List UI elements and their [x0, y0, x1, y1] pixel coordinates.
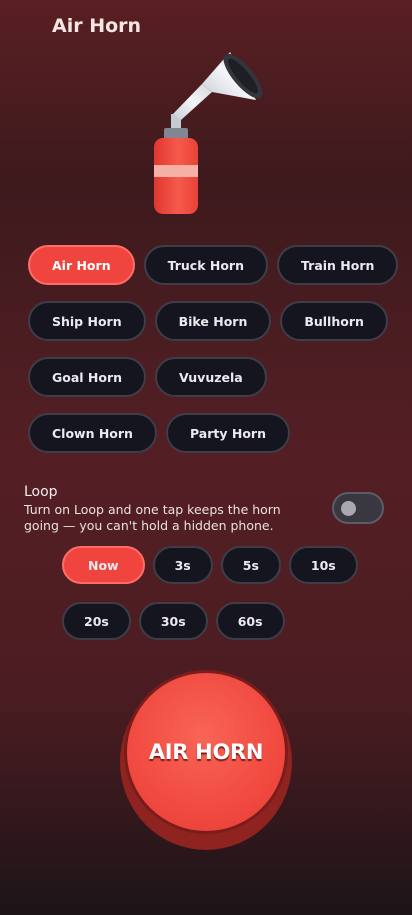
sound-chip-bullhorn[interactable]: Bullhorn [280, 301, 388, 341]
sound-chip-truck-horn[interactable]: Truck Horn [143, 245, 268, 285]
timer-chip-60s[interactable]: 60s [215, 602, 285, 640]
sound-selector: Air Horn Truck Horn Train Horn Ship Horn… [28, 245, 400, 453]
loop-description: Turn on Loop and one tap keeps the horn … [24, 502, 281, 533]
timer-chip-3s[interactable]: 3s [152, 546, 213, 584]
timer-chip-5s[interactable]: 5s [220, 546, 281, 584]
sound-chip-party-horn[interactable]: Party Horn [165, 413, 290, 453]
sound-chip-train-horn[interactable]: Train Horn [277, 245, 399, 285]
timer-chip-now[interactable]: Now [62, 546, 145, 584]
sound-chip-vuvuzela[interactable]: Vuvuzela [155, 357, 267, 397]
sound-chip-bike-horn[interactable]: Bike Horn [154, 301, 272, 341]
timer-chip-10s[interactable]: 10s [288, 546, 358, 584]
timer-chip-30s[interactable]: 30s [138, 602, 208, 640]
sound-chip-goal-horn[interactable]: Goal Horn [28, 357, 147, 397]
timer-chip-20s[interactable]: 20s [62, 602, 131, 640]
delay-timer-selector: Now 3s 5s 10s 20s 30s 60s [62, 546, 362, 640]
sound-chip-air-horn[interactable]: Air Horn [28, 245, 135, 285]
loop-label: Loop [24, 484, 58, 500]
app-title: Air Horn [52, 15, 142, 37]
loop-toggle[interactable] [332, 492, 384, 524]
sound-chip-ship-horn[interactable]: Ship Horn [28, 301, 146, 341]
air-horn-button[interactable]: AIR HORN [124, 670, 288, 834]
loop-toggle-knob [341, 501, 356, 516]
air-horn-button-label: AIR HORN [148, 740, 264, 764]
air-horn-canister-icon [154, 52, 263, 214]
sound-chip-clown-horn[interactable]: Clown Horn [28, 413, 157, 453]
